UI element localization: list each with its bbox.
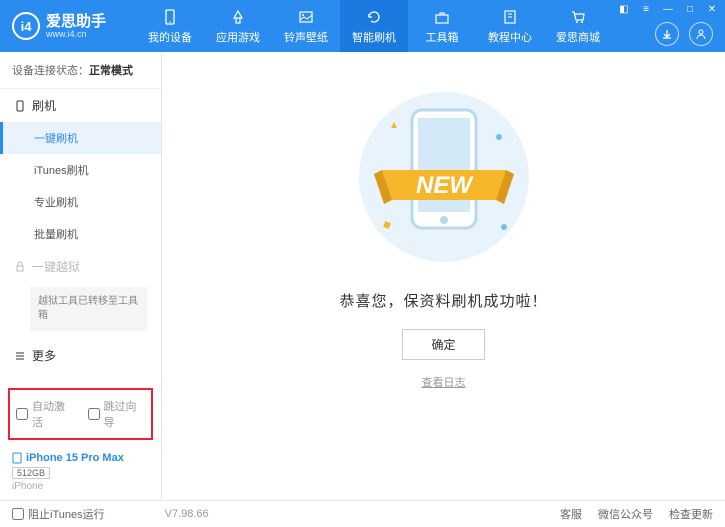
- logo-badge: i4: [12, 12, 40, 40]
- device-info: iPhone 15 Pro Max 512GB iPhone: [0, 446, 161, 500]
- refresh-icon: [365, 8, 383, 26]
- skin-icon[interactable]: ◧: [617, 2, 631, 16]
- success-message: 恭喜您，保资料刷机成功啦！: [339, 290, 547, 311]
- book-icon: [501, 8, 519, 26]
- version-label: V7.98.66: [165, 508, 209, 520]
- menu-section-flash[interactable]: 刷机: [0, 89, 161, 122]
- footer-wechat[interactable]: 微信公众号: [598, 506, 653, 522]
- close-icon[interactable]: ✕: [705, 2, 719, 16]
- option-skip-guide[interactable]: 跳过向导: [88, 398, 146, 430]
- confirm-button[interactable]: 确定: [402, 329, 484, 360]
- nav-my-device[interactable]: 我的设备: [136, 0, 204, 52]
- menu-item-batch[interactable]: 批量刷机: [0, 218, 161, 250]
- nav-label: 我的设备: [148, 29, 192, 45]
- minimize-icon[interactable]: —: [661, 2, 675, 16]
- option-auto-activate[interactable]: 自动激活: [16, 398, 74, 430]
- more-icon: [14, 350, 26, 362]
- cart-icon: [569, 8, 587, 26]
- menu-section-jailbreak: 一键越狱: [0, 250, 161, 283]
- block-itunes-checkbox[interactable]: [12, 508, 24, 520]
- sidebar: 设备连接状态：正常模式 刷机 一键刷机 iTunes刷机 专业刷机 批量刷机 一…: [0, 52, 162, 500]
- footer-update[interactable]: 检查更新: [669, 506, 713, 522]
- skip-guide-checkbox[interactable]: [88, 408, 100, 420]
- menu-icon[interactable]: ≡: [639, 2, 653, 16]
- nav-toolbox[interactable]: 工具箱: [408, 0, 476, 52]
- ribbon-text: NEW: [416, 172, 474, 199]
- nav-apps[interactable]: 应用游戏: [204, 0, 272, 52]
- view-log-link[interactable]: 查看日志: [422, 374, 466, 390]
- nav-label: 工具箱: [426, 29, 459, 45]
- options-row: 自动激活 跳过向导: [8, 388, 153, 440]
- auto-activate-checkbox[interactable]: [16, 408, 28, 420]
- maximize-icon[interactable]: □: [683, 2, 697, 16]
- app-title: 爱思助手: [46, 14, 106, 29]
- phone-icon: [161, 8, 179, 26]
- top-nav: 我的设备 应用游戏 铃声壁纸 智能刷机 工具箱 教程中心 爱思商城: [136, 0, 612, 52]
- menu-item-oneclick[interactable]: 一键刷机: [0, 122, 161, 154]
- download-button[interactable]: [655, 22, 679, 46]
- user-button[interactable]: [689, 22, 713, 46]
- logo: i4 爱思助手 www.i4.cn: [0, 12, 118, 40]
- window-controls: ◧ ≡ — □ ✕: [617, 2, 719, 16]
- success-illustration: NEW: [334, 82, 554, 272]
- toolbox-icon: [433, 8, 451, 26]
- device-model: iPhone: [12, 481, 149, 492]
- apps-icon: [229, 8, 247, 26]
- menu-section-more[interactable]: 更多: [0, 339, 161, 372]
- connection-status: 设备连接状态：正常模式: [0, 52, 161, 89]
- device-phone-icon: [12, 452, 22, 464]
- device-name[interactable]: iPhone 15 Pro Max: [12, 452, 149, 464]
- menu-item-other[interactable]: 其他工具: [0, 372, 161, 382]
- main-content: NEW 恭喜您，保资料刷机成功啦！ 确定 查看日志: [162, 52, 725, 500]
- app-url: www.i4.cn: [46, 29, 106, 39]
- header: i4 爱思助手 www.i4.cn 我的设备 应用游戏 铃声壁纸 智能刷机 工具…: [0, 0, 725, 52]
- nav-label: 爱思商城: [556, 29, 600, 45]
- flash-icon: [14, 100, 26, 112]
- nav-ringtone[interactable]: 铃声壁纸: [272, 0, 340, 52]
- block-itunes-option[interactable]: 阻止iTunes运行: [12, 506, 105, 522]
- nav-label: 铃声壁纸: [284, 29, 328, 45]
- footer-support[interactable]: 客服: [560, 506, 582, 522]
- jailbreak-note: 越狱工具已转移至工具箱: [30, 287, 147, 331]
- nav-flash[interactable]: 智能刷机: [340, 0, 408, 52]
- footer: 阻止iTunes运行 V7.98.66 客服 微信公众号 检查更新: [0, 500, 725, 527]
- nav-store[interactable]: 爱思商城: [544, 0, 612, 52]
- nav-label: 应用游戏: [216, 29, 260, 45]
- image-icon: [297, 8, 315, 26]
- nav-label: 智能刷机: [352, 29, 396, 45]
- lock-icon: [14, 261, 26, 273]
- nav-tutorial[interactable]: 教程中心: [476, 0, 544, 52]
- nav-label: 教程中心: [488, 29, 532, 45]
- menu-item-pro[interactable]: 专业刷机: [0, 186, 161, 218]
- device-storage: 512GB: [12, 467, 50, 479]
- menu-item-itunes[interactable]: iTunes刷机: [0, 154, 161, 186]
